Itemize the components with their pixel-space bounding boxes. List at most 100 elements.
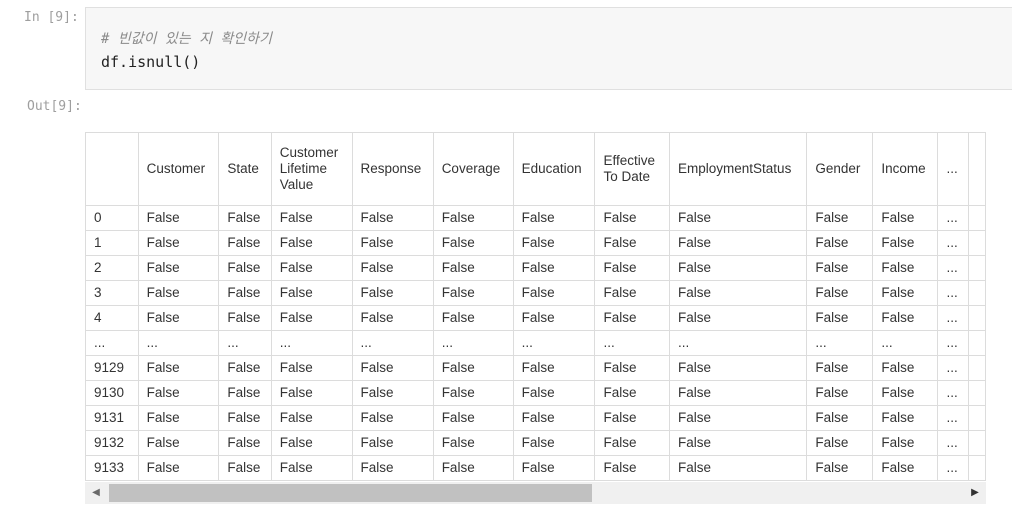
table-cell: False (270, 205, 353, 231)
table-cell: ... (937, 305, 969, 331)
table-cell: False (270, 305, 353, 331)
table-cell: False (594, 255, 671, 281)
table-cell: False (512, 305, 596, 331)
table-cell: ... (270, 330, 353, 356)
column-header: Income (872, 132, 939, 206)
table-row: 9130 False False False False False False False F… (85, 380, 986, 406)
column-header: Customer Lifetime Value (270, 132, 353, 206)
table-cell: False (669, 205, 808, 231)
column-header: Customer (137, 132, 220, 206)
table-cell: False (137, 355, 220, 381)
table-cell: ... (872, 330, 939, 356)
table-cell: ... (512, 330, 596, 356)
row-index: 9129 (85, 355, 139, 381)
table-cell: False (270, 355, 353, 381)
table-cell: False (512, 380, 596, 406)
table-cell: False (270, 230, 353, 256)
table-cell: False (432, 305, 514, 331)
row-index: ... (85, 330, 139, 356)
dataframe-table: Customer State Customer Lifetime Value Resp… (85, 132, 986, 481)
table-cell: False (512, 205, 596, 231)
table-cell: False (594, 405, 671, 431)
input-prompt: In [9]: (24, 10, 79, 25)
table-cell: False (432, 230, 514, 256)
table-cell: False (872, 380, 939, 406)
table-cell: False (806, 405, 874, 431)
table-cell: False (137, 430, 220, 456)
scroll-right-arrow-icon[interactable]: ▶ (966, 482, 984, 504)
table-cell: False (512, 255, 596, 281)
table-cell: False (872, 405, 939, 431)
table-cell: False (270, 255, 353, 281)
scroll-left-arrow-icon[interactable]: ◀ (87, 482, 105, 504)
table-cell: ... (351, 330, 434, 356)
table-cell: False (669, 455, 808, 481)
table-cell: False (512, 230, 596, 256)
table-cell: False (432, 455, 514, 481)
table-cell: False (218, 405, 272, 431)
table-cell: False (218, 280, 272, 306)
table-cell: False (594, 305, 671, 331)
table-cell: False (806, 305, 874, 331)
code-cell-input[interactable]: # 빈값이 있는 지 확인하기 df.isnull() (85, 7, 1012, 90)
table-cell: False (137, 205, 220, 231)
table-cell: ... (937, 230, 969, 256)
table-cell: ... (937, 455, 969, 481)
table-cell: False (137, 230, 220, 256)
table-row: .................................... (85, 330, 986, 356)
table-cell: False (594, 230, 671, 256)
row-index: 0 (85, 205, 139, 231)
table-cell: ... (937, 255, 969, 281)
table-cell: False (806, 255, 874, 281)
table-cell: False (432, 280, 514, 306)
table-cell: False (432, 355, 514, 381)
table-cell: False (872, 455, 939, 481)
table-row: 0 False False False False False False False Fals… (85, 205, 986, 231)
table-cell: False (872, 280, 939, 306)
table-cell: False (137, 405, 220, 431)
table-cell: False (137, 380, 220, 406)
dataframe-output: Customer State Customer Lifetime Value Resp… (85, 132, 986, 508)
table-cell: ... (937, 380, 969, 406)
table-cell: False (872, 205, 939, 231)
table-cell: False (806, 280, 874, 306)
table-cell-partial (967, 380, 986, 406)
table-cell: False (512, 280, 596, 306)
row-index: 9131 (85, 405, 139, 431)
table-cell: False (270, 280, 353, 306)
table-cell-partial (967, 455, 986, 481)
scrollbar-thumb[interactable] (109, 484, 592, 502)
table-cell: False (270, 405, 353, 431)
table-cell: False (351, 380, 434, 406)
code-comment: # 빈값이 있는 지 확인하기 (101, 31, 272, 47)
table-cell-partial (967, 205, 986, 231)
horizontal-scrollbar[interactable]: ◀ ▶ (85, 482, 986, 504)
table-cell: False (669, 305, 808, 331)
table-cell: False (351, 355, 434, 381)
index-header (85, 132, 139, 206)
table-cell: False (594, 455, 671, 481)
row-index: 9132 (85, 430, 139, 456)
table-row: 9131 False False False False False False False F… (85, 405, 986, 431)
output-prompt: Out[9]: (27, 99, 82, 114)
table-cell: False (432, 205, 514, 231)
table-cell: False (351, 405, 434, 431)
table-cell: False (432, 380, 514, 406)
table-cell: False (270, 380, 353, 406)
row-index: 9133 (85, 455, 139, 481)
table-cell: ... (806, 330, 874, 356)
table-cell: False (669, 380, 808, 406)
table-cell: False (594, 380, 671, 406)
table-cell: False (137, 280, 220, 306)
table-cell: False (351, 255, 434, 281)
table-cell: ... (937, 280, 969, 306)
table-cell: ... (218, 330, 272, 356)
table-cell: False (872, 305, 939, 331)
column-header: Education (512, 132, 596, 206)
table-cell: False (872, 355, 939, 381)
table-cell: False (137, 305, 220, 331)
row-index: 1 (85, 230, 139, 256)
table-cell: False (218, 205, 272, 231)
table-cell: False (432, 405, 514, 431)
table-cell: False (218, 380, 272, 406)
